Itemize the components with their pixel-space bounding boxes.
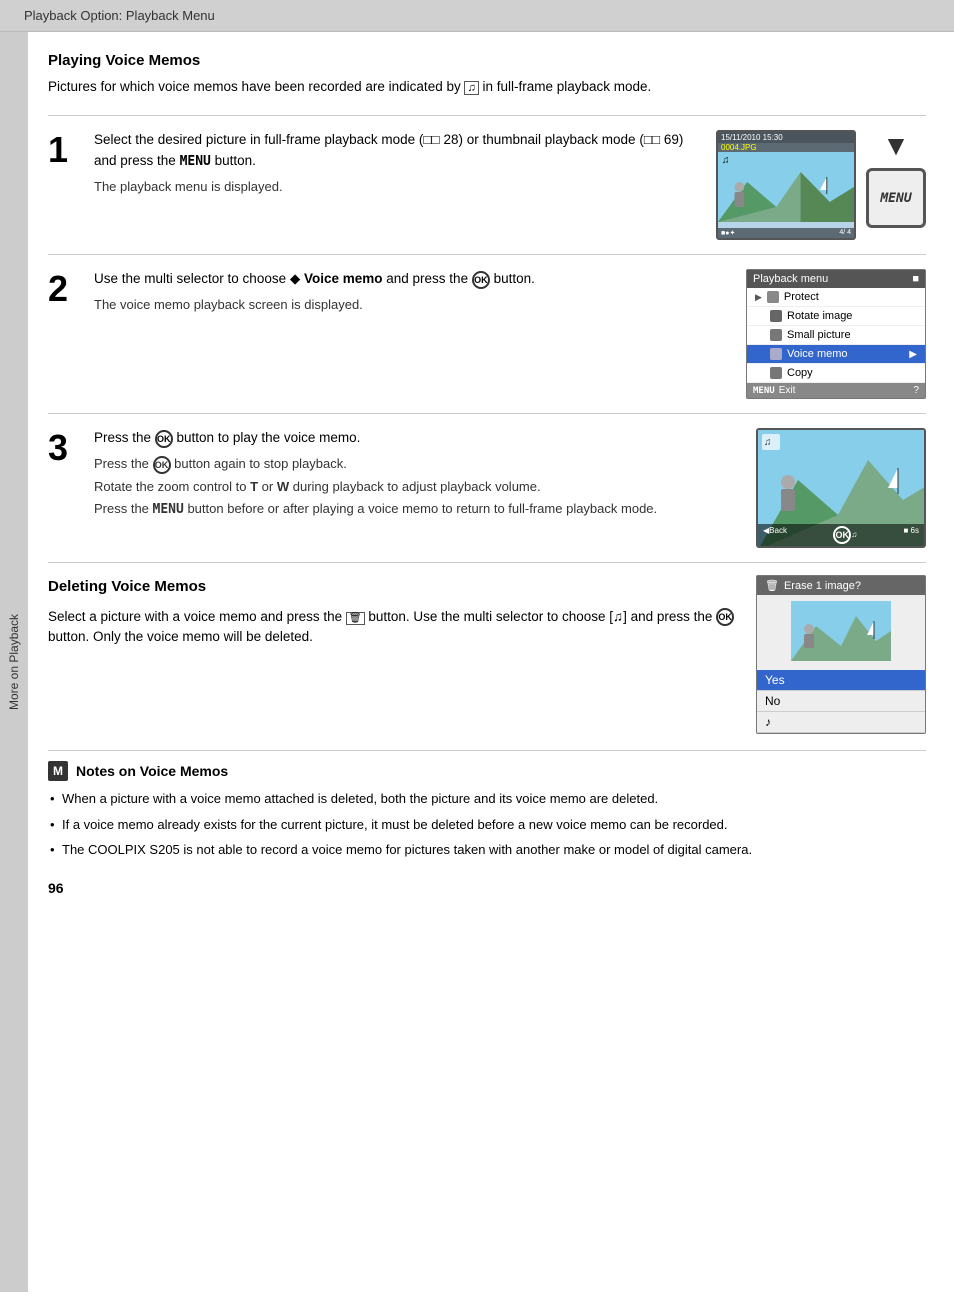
step-3-text: Press the OK button to play the voice me… [94,428,740,449]
trash-icon: 🗑 [765,579,779,592]
playback-screen: ♫ ◀Back OK♫ ■ 6s [756,428,926,548]
ed-option-memo[interactable]: ♪ [757,712,925,733]
pm-close-icon: ■ [912,273,919,285]
notes-item-3: The COOLPIX S205 is not able to record a… [48,840,926,860]
step-2-text: Use the multi selector to choose ◆ Voice… [94,269,730,290]
voice-memo-icon-cam: ♫ [722,155,730,166]
step-1-number: 1 [48,130,78,240]
pm-footer: MENU Exit ? [747,383,925,398]
pm-header: Playback menu ■ [747,270,925,288]
step-2-body: Use the multi selector to choose ◆ Voice… [94,269,730,399]
pm-item-rotate[interactable]: Rotate image [747,307,925,326]
pm-help-icon: ? [913,385,919,396]
deleting-text: Deleting Voice Memos Select a picture wi… [48,575,736,734]
pm-voice-label: Voice memo [787,348,848,360]
voice-memo-menu-icon [770,348,782,360]
camera-timestamp: 15/11/2010 15:30 [721,133,783,142]
pm-rotate-label: Rotate image [787,310,852,322]
notes-item-2: If a voice memo already exists for the c… [48,815,926,835]
svg-text:♫: ♫ [764,437,772,448]
step-3-body: Press the OK button to play the voice me… [94,428,740,548]
ed-title: Erase 1 image? [784,580,861,592]
step-3-number: 3 [48,428,78,548]
deleting-heading: Deleting Voice Memos [48,575,736,598]
deleting-body: Select a picture with a voice memo and p… [48,607,736,649]
small-picture-icon [770,329,782,341]
notes-section: M Notes on Voice Memos When a picture wi… [48,750,926,860]
step-1: 1 Select the desired picture in full-fra… [48,115,926,240]
camera-filename: 0004.JPG [718,143,854,152]
mountain-scene: ♫ [718,152,854,222]
erase-preview-svg [791,601,891,661]
step-1-images: 15/11/2010 15:30 0004.JPG [716,130,926,240]
step-3-note-1: Press the OK button again to stop playba… [94,455,740,474]
copy-icon [770,367,782,379]
pm-small-label: Small picture [787,329,851,341]
pm-copy-label: Copy [787,367,813,379]
deleting-section: Deleting Voice Memos Select a picture wi… [48,562,926,734]
back-label: ◀Back [763,526,787,544]
main-content: Playing Voice Memos Pictures for which v… [28,32,954,1292]
ed-body [757,595,925,670]
pm-arrow-icon: ▶ [755,292,762,303]
ed-no-label: No [765,694,780,708]
pm-voice-arrow: ▶ [909,349,917,360]
section-heading-playing: Playing Voice Memos [48,52,926,69]
playback-menu: Playback menu ■ ▶ Protect Rotate image [746,269,926,399]
notes-item-1: When a picture with a voice memo attache… [48,789,926,809]
camera-count: 4/ 4 [839,229,851,237]
step-2-images: Playback menu ■ ▶ Protect Rotate image [746,269,926,399]
duration-label: ■ 6s [903,526,919,544]
ed-option-yes[interactable]: Yes [757,670,925,691]
sidebar: More on Playback [0,32,28,1292]
pm-item-protect[interactable]: ▶ Protect [747,288,925,307]
pm-item-small-picture[interactable]: Small picture [747,326,925,345]
menu-label: MENU [753,386,775,396]
erase-dialog-container: 🗑 Erase 1 image? [756,575,926,734]
protect-icon [767,291,779,303]
header-title: Playback Option: Playback Menu [24,8,215,23]
playback-bottom-bar: ◀Back OK♫ ■ 6s [758,524,924,546]
rotate-icon [770,310,782,322]
ed-yes-label: Yes [765,673,785,687]
pm-title: Playback menu [753,273,828,285]
notes-icon: M [48,761,68,781]
menu-button: MENU [866,168,926,228]
pm-protect-label: Protect [784,291,819,303]
camera-top-bar: 15/11/2010 15:30 [718,132,854,143]
notes-header: M Notes on Voice Memos [48,761,926,781]
notes-title: Notes on Voice Memos [76,763,228,779]
camera-bottom-bar: ■●✦ 4/ 4 [718,228,854,238]
intro-text: Pictures for which voice memos have been… [48,77,926,97]
notes-list: When a picture with a voice memo attache… [48,789,926,860]
ed-option-no[interactable]: No [757,691,925,712]
camera-screen-1: 15/11/2010 15:30 0004.JPG [716,130,856,240]
header-bar: Playback Option: Playback Menu [0,0,954,32]
step-1-body: Select the desired picture in full-frame… [94,130,700,240]
step-2-note: The voice memo playback screen is displa… [94,296,730,314]
arrow-down-icon: ▼ [882,130,910,162]
step-2: 2 Use the multi selector to choose ◆ Voi… [48,254,926,399]
sidebar-label: More on Playback [7,614,21,710]
pm-item-voice-memo[interactable]: Voice memo ▶ [747,345,925,364]
step-1-text: Select the desired picture in full-frame… [94,130,700,172]
erase-dialog: 🗑 Erase 1 image? [756,575,926,734]
mountain-svg [718,152,854,222]
step-2-number: 2 [48,269,78,399]
step-3: 3 Press the OK button to play the voice … [48,413,926,548]
page-number: 96 [48,880,926,896]
step-1-note: The playback menu is displayed. [94,178,700,196]
ed-memo-label: ♪ [765,715,771,729]
step-3-images: ♫ ◀Back OK♫ ■ 6s [756,428,926,548]
ed-header: 🗑 Erase 1 image? [757,576,925,595]
pm-item-copy[interactable]: Copy [747,364,925,383]
ok-play-label: OK♫ [833,526,857,544]
step-3-note-2: Rotate the zoom control to T or W during… [94,478,740,496]
step-3-note-3: Press the MENU button before or after pl… [94,500,740,519]
pm-exit-label: Exit [779,385,796,396]
